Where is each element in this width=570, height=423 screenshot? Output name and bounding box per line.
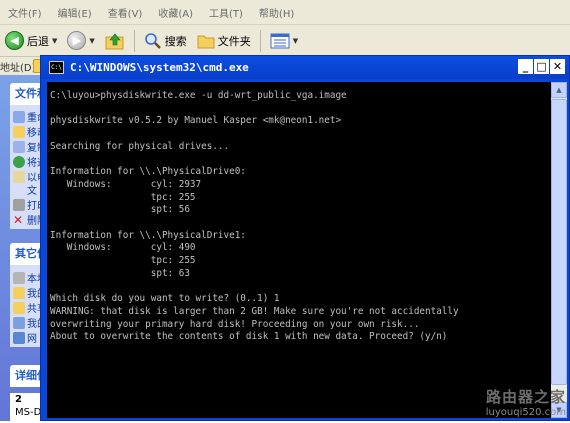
toolbar-divider — [133, 29, 135, 52]
place-network[interactable]: 网 — [13, 330, 37, 345]
back-label: 后退 — [27, 34, 49, 48]
drive-icon — [13, 271, 25, 284]
back-button[interactable]: ◀ 后退 ▼ — [2, 28, 60, 54]
printer-icon — [13, 198, 25, 211]
close-button[interactable]: ✕ — [550, 59, 565, 74]
maximize-button[interactable]: □ — [534, 59, 549, 74]
minimize-icon: _ — [522, 60, 529, 73]
task-label: 文 — [27, 186, 37, 197]
forward-button[interactable]: ▶ ▼ — [64, 28, 97, 54]
arrow-up-icon: ▲ — [556, 86, 562, 94]
close-icon: ✕ — [552, 60, 563, 73]
search-label: 搜索 — [164, 34, 187, 48]
cmd-title-bar[interactable]: C:\ C:\WINDOWS\system32\cmd.exe _ □ ✕ — [41, 56, 569, 79]
watermark-url: luyouqi520.com — [485, 407, 566, 418]
forward-arrow-icon: ▶ — [67, 31, 87, 50]
watermark-title: 路由器之家 — [485, 388, 566, 406]
menu-view[interactable]: 查看(V) — [100, 5, 151, 20]
menu-edit[interactable]: 编辑(E) — [50, 5, 100, 20]
move-icon — [13, 125, 25, 138]
watermark: 路由器之家 luyouqi520.com — [486, 386, 566, 418]
vertical-scrollbar[interactable]: ▲ ▼ — [551, 82, 567, 418]
window-title: C:\WINDOWS\system32\cmd.exe — [70, 61, 249, 74]
minimize-button[interactable]: _ — [518, 59, 533, 74]
menu-bar: 文件(F) 编辑(E) 查看(V) 收藏(A) 工具(T) 帮助(H) — [0, 0, 570, 25]
console-icon[interactable]: C:\ — [49, 61, 64, 74]
chevron-down-icon[interactable]: ▼ — [52, 37, 57, 45]
chevron-down-icon[interactable]: ▼ — [293, 37, 298, 45]
folders-label: 文件夹 — [217, 34, 251, 48]
delete-icon: ✕ — [13, 212, 24, 227]
computer-icon — [13, 316, 25, 329]
toolbar-divider — [259, 29, 261, 52]
console-text: C:\luyou>physdiskwrite.exe -u dd-wrt_pub… — [50, 90, 459, 343]
back-arrow-icon: ◀ — [5, 31, 24, 50]
scrollbar-thumb[interactable] — [551, 99, 567, 385]
copy-icon — [13, 140, 25, 153]
chevron-down-icon[interactable]: ▼ — [89, 37, 94, 45]
network-icon — [13, 331, 25, 344]
menu-file[interactable]: 文件(F) — [0, 5, 50, 20]
globe-icon — [13, 155, 25, 168]
search-icon — [144, 32, 161, 49]
folder-icon — [197, 35, 215, 48]
search-button[interactable]: 搜索 — [141, 28, 190, 54]
address-label: 地址(D) — [0, 63, 36, 74]
console-output[interactable]: C:\luyou>physdiskwrite.exe -u dd-wrt_pub… — [47, 82, 551, 418]
cmd-window: C:\ C:\WINDOWS\system32\cmd.exe _ □ ✕ C:… — [40, 55, 570, 421]
views-icon — [270, 33, 290, 48]
folder-icon — [13, 301, 25, 314]
email-icon — [13, 170, 25, 183]
up-folder-icon — [105, 33, 124, 49]
views-button[interactable]: ▼ — [267, 28, 301, 54]
maximize-icon: □ — [536, 60, 547, 73]
folders-button[interactable]: 文件夹 — [194, 28, 254, 54]
menu-tools[interactable]: 工具(T) — [201, 5, 251, 20]
folder-icon — [13, 286, 25, 299]
place-label: 网 — [27, 334, 37, 345]
up-folder-button[interactable] — [102, 28, 128, 54]
rename-icon — [13, 110, 25, 123]
menu-favorites[interactable]: 收藏(A) — [150, 5, 201, 20]
toolbar: ◀ 后退 ▼ ▶ ▼ 搜索 文件夹 ▼ — [0, 25, 570, 57]
task-email-cont: 文 — [27, 182, 37, 197]
menu-help[interactable]: 帮助(H) — [251, 5, 302, 20]
scroll-up-button[interactable]: ▲ — [551, 82, 567, 98]
